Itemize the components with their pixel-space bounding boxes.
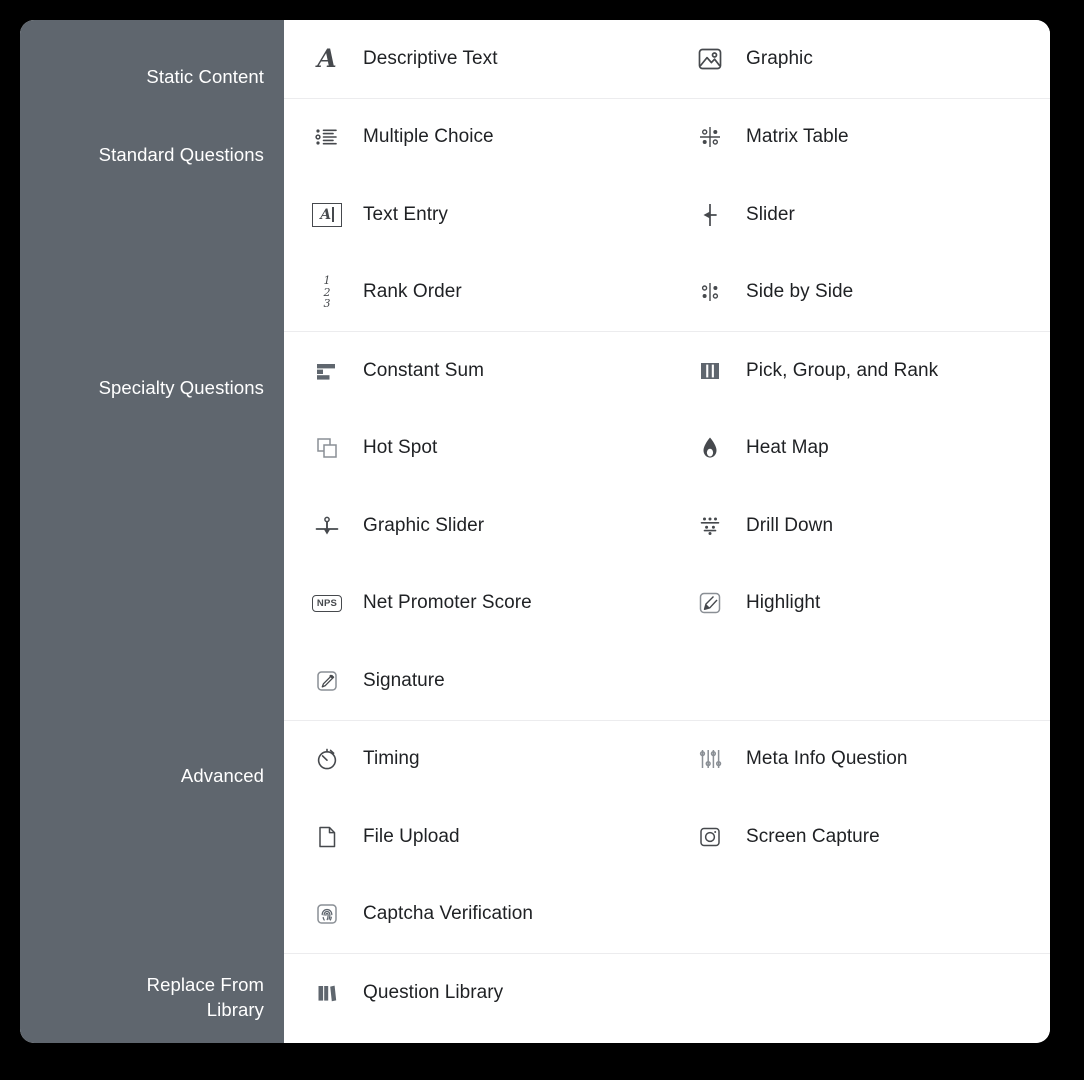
- item-pick-group-and-rank[interactable]: Pick, Group, and Rank: [667, 332, 1050, 410]
- sidebar-label-standard-questions: Standard Questions: [98, 144, 264, 165]
- highlighter-icon: [693, 586, 727, 620]
- sidebar-label-static-content: Static Content: [146, 66, 264, 87]
- item-label: Graphic Slider: [363, 514, 485, 536]
- item-label: Constant Sum: [363, 359, 484, 381]
- item-slider[interactable]: Slider: [667, 176, 1050, 254]
- bulleted-list-icon: [310, 120, 344, 154]
- sidebar-label-advanced: Advanced: [180, 765, 264, 786]
- serif-a-icon: A: [317, 44, 337, 74]
- item-heat-map[interactable]: Heat Map: [667, 410, 1050, 488]
- item-question-library[interactable]: Question Library: [284, 954, 667, 1032]
- flame-icon: [693, 431, 727, 465]
- image-icon: [693, 42, 727, 76]
- item-screen-capture[interactable]: Screen Capture: [667, 798, 1050, 876]
- item-graphic[interactable]: Graphic: [667, 20, 1050, 98]
- sidebar-label-replace-from-library: Replace From Library: [146, 974, 264, 1020]
- item-label: Side by Side: [746, 281, 854, 303]
- item-file-upload[interactable]: File Upload: [284, 798, 667, 876]
- text-field-icon: A: [310, 198, 344, 232]
- sidebar-label-specialty-questions: Specialty Questions: [98, 377, 264, 398]
- item-placeholder-specialty: [667, 642, 1050, 720]
- question-type-picker-panel: Static Content Standard Questions Specia…: [20, 20, 1050, 1043]
- slider-handle-icon: [693, 198, 727, 232]
- item-hot-spot[interactable]: Hot Spot: [284, 410, 667, 488]
- vertical-bars-icon: [693, 354, 727, 388]
- sliders-settings-icon: [693, 742, 727, 776]
- group-replace-from-library: Question Library: [284, 954, 1050, 1032]
- item-highlight[interactable]: Highlight: [667, 565, 1050, 643]
- category-sidebar: Static Content Standard Questions Specia…: [20, 20, 284, 1043]
- item-drill-down[interactable]: Drill Down: [667, 487, 1050, 565]
- group-advanced: Timing Meta Info Question File Upload Sc…: [284, 721, 1050, 954]
- question-type-list: A Descriptive Text Graphic Multiple Choi…: [284, 20, 1050, 1043]
- books-icon: [310, 976, 344, 1010]
- item-label: Highlight: [746, 592, 821, 614]
- item-label: Question Library: [363, 981, 504, 1003]
- item-side-by-side[interactable]: Side by Side: [667, 254, 1050, 332]
- item-label: Heat Map: [746, 437, 829, 459]
- item-label: Slider: [746, 203, 795, 225]
- item-label: Captcha Verification: [363, 903, 533, 925]
- item-graphic-slider[interactable]: Graphic Slider: [284, 487, 667, 565]
- funnel-dots-icon: [693, 509, 727, 543]
- item-label: Net Promoter Score: [363, 592, 532, 614]
- item-label: Timing: [363, 748, 420, 770]
- item-timing[interactable]: Timing: [284, 721, 667, 799]
- item-placeholder-library: [667, 954, 1050, 1032]
- item-net-promoter-score[interactable]: NPS Net Promoter Score: [284, 565, 667, 643]
- group-specialty-questions: Constant Sum Pick, Group, and Rank Hot S…: [284, 332, 1050, 721]
- item-label: Pick, Group, and Rank: [746, 359, 939, 381]
- item-captcha-verification[interactable]: Captcha Verification: [284, 876, 667, 954]
- overlapping-squares-icon: [310, 431, 344, 465]
- item-label: Matrix Table: [746, 126, 849, 148]
- bar-chart-icon: [310, 354, 344, 388]
- item-label: File Upload: [363, 825, 460, 847]
- group-standard-questions: Multiple Choice Matrix Table A Text Entr…: [284, 99, 1050, 332]
- group-static-content: A Descriptive Text Graphic: [284, 20, 1050, 99]
- item-meta-info-question[interactable]: Meta Info Question: [667, 721, 1050, 799]
- item-label: Rank Order: [363, 281, 462, 303]
- item-label: Screen Capture: [746, 825, 880, 847]
- item-descriptive-text[interactable]: A Descriptive Text: [284, 20, 667, 98]
- signature-pen-icon: [310, 664, 344, 698]
- item-label: Hot Spot: [363, 437, 438, 459]
- item-text-entry[interactable]: A Text Entry: [284, 176, 667, 254]
- two-column-dots-icon: [693, 275, 727, 309]
- fingerprint-icon: [310, 897, 344, 931]
- camera-icon: [693, 820, 727, 854]
- item-label: Descriptive Text: [363, 47, 498, 69]
- item-label: Signature: [363, 669, 445, 691]
- item-label: Drill Down: [746, 514, 834, 536]
- numbered-list-icon: 123: [323, 274, 331, 310]
- item-label: Text Entry: [363, 203, 448, 225]
- document-icon: [310, 820, 344, 854]
- nps-badge-icon: NPS: [310, 586, 344, 620]
- stopwatch-icon: [310, 742, 344, 776]
- item-label: Meta Info Question: [746, 748, 908, 770]
- item-rank-order[interactable]: 123 Rank Order: [284, 254, 667, 332]
- graphic-slider-icon: [310, 509, 344, 543]
- item-constant-sum[interactable]: Constant Sum: [284, 332, 667, 410]
- item-signature[interactable]: Signature: [284, 642, 667, 720]
- item-matrix-table[interactable]: Matrix Table: [667, 99, 1050, 177]
- matrix-grid-icon: [693, 120, 727, 154]
- item-placeholder-advanced: [667, 876, 1050, 954]
- item-label: Multiple Choice: [363, 126, 494, 148]
- item-multiple-choice[interactable]: Multiple Choice: [284, 99, 667, 177]
- item-label: Graphic: [746, 47, 813, 69]
